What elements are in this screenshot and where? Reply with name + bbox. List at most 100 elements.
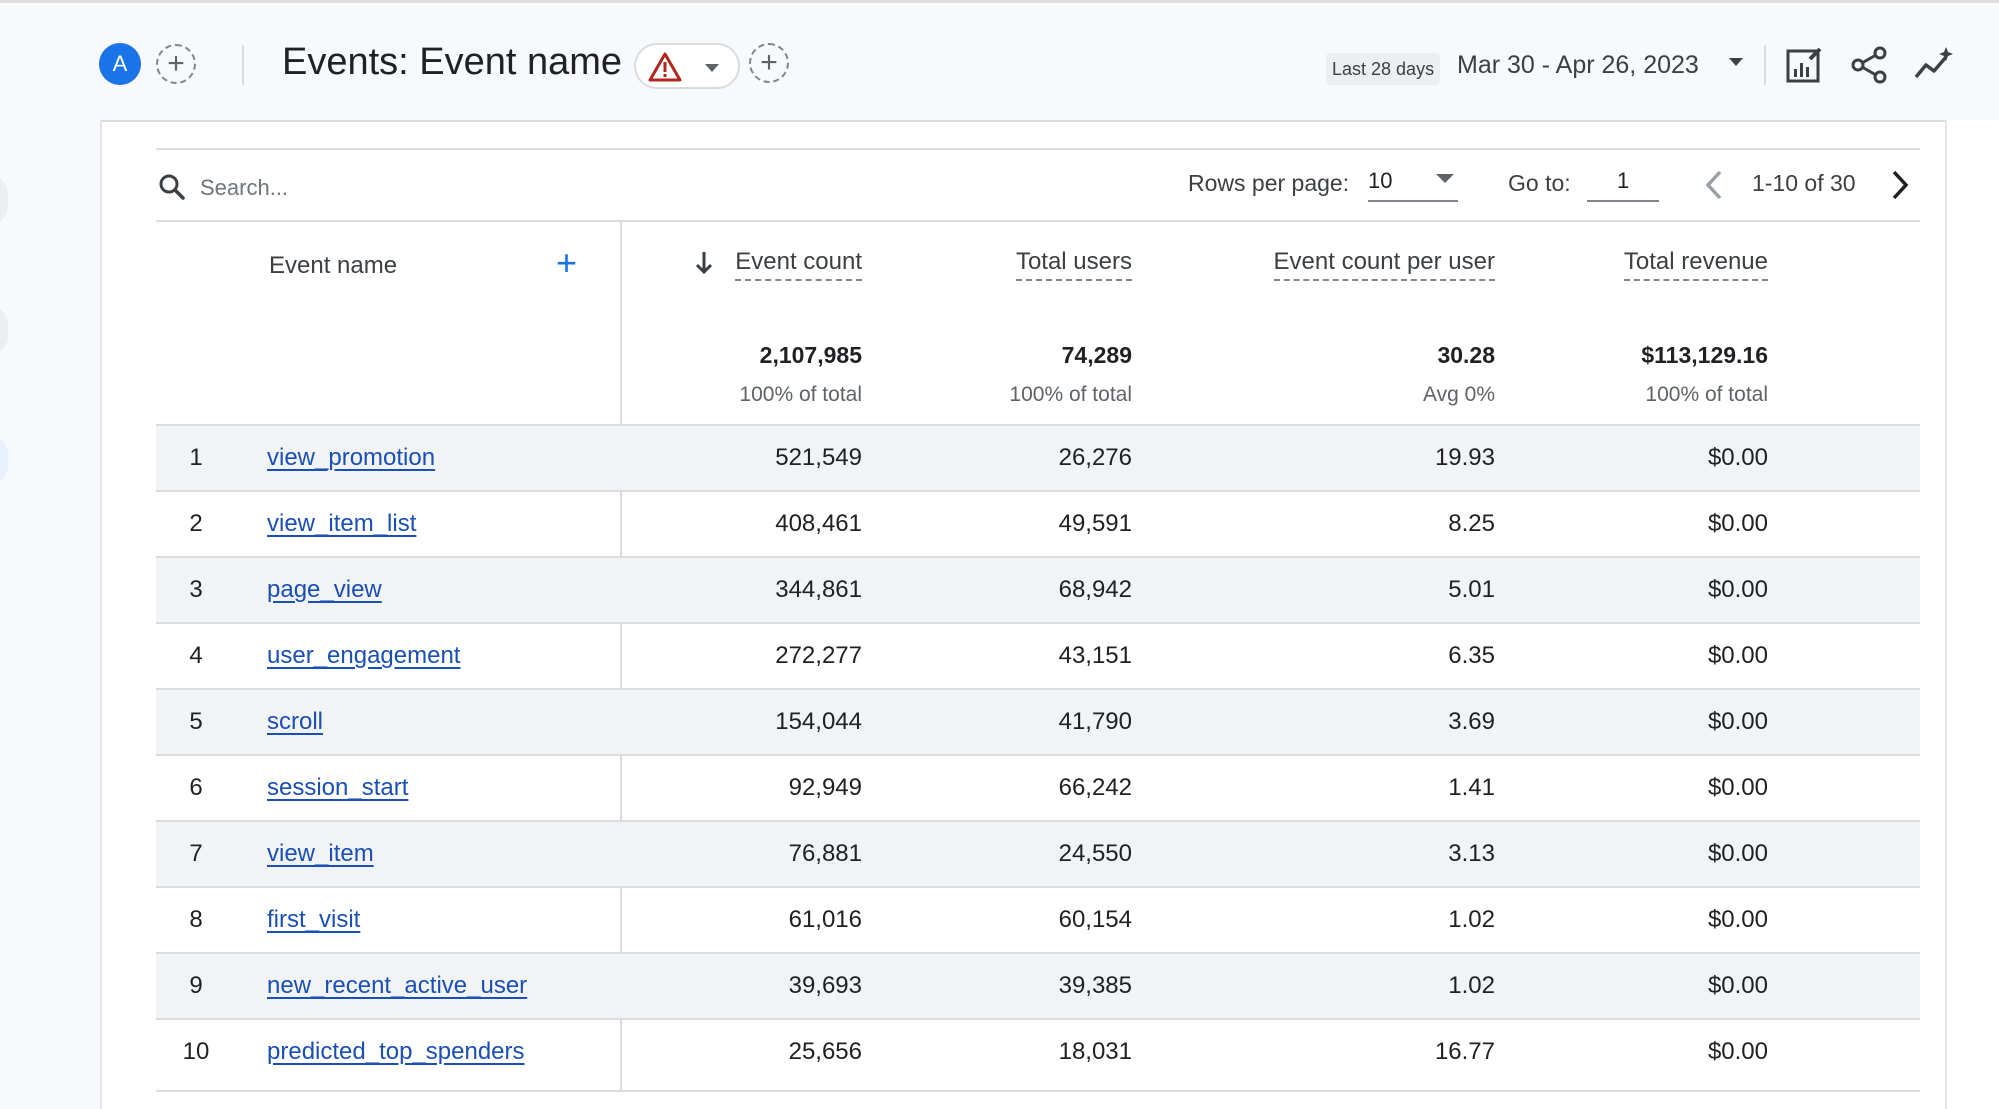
warning-icon bbox=[648, 52, 682, 82]
table-row: 3 page_view 344,861 68,942 5.01 $0.00 bbox=[156, 556, 1920, 622]
chevron-right-icon[interactable] bbox=[1884, 168, 1914, 202]
table-bottom-border bbox=[156, 1090, 1920, 1092]
row-index: 1 bbox=[189, 444, 203, 471]
nav-item[interactable] bbox=[0, 305, 8, 355]
total-users-cell: 49,591 bbox=[1058, 510, 1132, 537]
chevron-down-icon bbox=[705, 64, 719, 72]
search-icon bbox=[159, 174, 185, 200]
date-range-selector[interactable]: Mar 30 - Apr 26, 2023 bbox=[1457, 51, 1699, 80]
event-name-link[interactable]: page_view bbox=[267, 576, 382, 604]
rows-per-page-value: 10 bbox=[1368, 168, 1393, 193]
chevron-down-icon bbox=[1436, 174, 1454, 183]
nav-item-active[interactable] bbox=[0, 435, 8, 485]
total-users-cell: 60,154 bbox=[1058, 906, 1132, 933]
date-preset-label: Last 28 days bbox=[1326, 53, 1441, 85]
add-comparison-icon[interactable]: + bbox=[156, 44, 196, 84]
revenue-cell: $0.00 bbox=[1707, 576, 1768, 603]
table-row: 2 view_item_list 408,461 49,591 8.25 $0.… bbox=[156, 490, 1920, 556]
sort-descending-icon[interactable] bbox=[694, 250, 714, 276]
search-input[interactable] bbox=[200, 170, 620, 206]
per-user-cell: 8.25 bbox=[1448, 510, 1495, 537]
revenue-cell: $0.00 bbox=[1707, 972, 1768, 999]
customize-report-icon[interactable] bbox=[1782, 43, 1826, 87]
event-count-cell: 39,693 bbox=[788, 972, 862, 999]
table-row: 8 first_visit 61,016 60,154 1.02 $0.00 bbox=[156, 886, 1920, 952]
share-icon[interactable] bbox=[1848, 43, 1892, 87]
event-count-header[interactable]: Event count bbox=[735, 248, 862, 281]
event-name-header[interactable]: Event name bbox=[269, 252, 397, 280]
go-to-input[interactable]: 1 bbox=[1587, 162, 1659, 202]
add-dimension-icon[interactable]: + bbox=[556, 245, 577, 281]
per-user-cell: 3.69 bbox=[1448, 708, 1495, 735]
warning-chip[interactable] bbox=[634, 43, 740, 89]
total-users-value: 74,289 bbox=[1061, 342, 1132, 368]
revenue-cell: $0.00 bbox=[1707, 510, 1768, 537]
per-user-cell: 3.13 bbox=[1448, 840, 1495, 867]
total-users-cell: 68,942 bbox=[1058, 576, 1132, 603]
per-user-cell: 1.02 bbox=[1448, 972, 1495, 999]
event-name-link[interactable]: view_item bbox=[267, 840, 374, 868]
event-name-link[interactable]: scroll bbox=[267, 708, 323, 736]
event-count-cell: 272,277 bbox=[775, 642, 862, 669]
total-per-user-sub: Avg 0% bbox=[1423, 383, 1495, 406]
report-header: A + Events: Event name + Last 28 days Ma… bbox=[0, 3, 1999, 122]
pagination-text: 1-10 of 30 bbox=[1752, 170, 1856, 196]
event-name-link[interactable]: session_start bbox=[267, 774, 408, 802]
revenue-cell: $0.00 bbox=[1707, 642, 1768, 669]
table-row: 6 session_start 92,949 66,242 1.41 $0.00 bbox=[156, 754, 1920, 820]
per-user-cell: 16.77 bbox=[1434, 1038, 1495, 1065]
row-index: 5 bbox=[189, 708, 203, 735]
total-event-count: 2,107,985 bbox=[759, 342, 862, 368]
total-users-cell: 66,242 bbox=[1058, 774, 1132, 801]
chevron-left-icon[interactable] bbox=[1700, 168, 1730, 202]
event-name-link[interactable]: first_visit bbox=[267, 906, 360, 934]
right-panel-edge bbox=[1945, 120, 1999, 1109]
nav-item[interactable] bbox=[0, 175, 8, 225]
total-users-cell: 18,031 bbox=[1058, 1038, 1132, 1065]
event-count-cell: 344,861 bbox=[775, 576, 862, 603]
avatar-letter: A bbox=[112, 51, 128, 76]
total-revenue-header[interactable]: Total revenue bbox=[1623, 248, 1768, 281]
per-user-cell: 5.01 bbox=[1448, 576, 1495, 603]
event-name-link[interactable]: user_engagement bbox=[267, 642, 460, 670]
row-index: 8 bbox=[189, 906, 203, 933]
total-users-cell: 43,151 bbox=[1058, 642, 1132, 669]
revenue-cell: $0.00 bbox=[1707, 1038, 1768, 1065]
table-row: 9 new_recent_active_user 39,693 39,385 1… bbox=[156, 952, 1920, 1018]
total-revenue-value: $113,129.16 bbox=[1641, 342, 1768, 368]
row-index: 4 bbox=[189, 642, 203, 669]
event-count-cell: 408,461 bbox=[775, 510, 862, 537]
event-count-cell: 92,949 bbox=[788, 774, 862, 801]
revenue-cell: $0.00 bbox=[1707, 774, 1768, 801]
rows-per-page-select[interactable]: 10 bbox=[1368, 162, 1458, 202]
total-users-cell: 26,276 bbox=[1058, 444, 1132, 471]
comparison-avatar[interactable]: A bbox=[99, 43, 141, 85]
row-index: 10 bbox=[182, 1038, 210, 1065]
event-name-link[interactable]: view_promotion bbox=[267, 444, 435, 472]
event-name-link[interactable]: predicted_top_spenders bbox=[267, 1038, 525, 1066]
event-count-cell: 76,881 bbox=[788, 840, 862, 867]
revenue-cell: $0.00 bbox=[1707, 906, 1768, 933]
row-index: 3 bbox=[189, 576, 203, 603]
row-index: 6 bbox=[189, 774, 203, 801]
row-index: 7 bbox=[189, 840, 203, 867]
table-row: 4 user_engagement 272,277 43,151 6.35 $0… bbox=[156, 622, 1920, 688]
date-chevron-down-icon[interactable] bbox=[1728, 57, 1744, 67]
revenue-cell: $0.00 bbox=[1707, 444, 1768, 471]
header-divider-right bbox=[1764, 45, 1766, 85]
event-count-per-user-header[interactable]: Event count per user bbox=[1273, 248, 1495, 281]
event-name-link[interactable]: view_item_list bbox=[267, 510, 416, 538]
event-count-cell: 521,549 bbox=[775, 444, 862, 471]
total-users-header[interactable]: Total users bbox=[1015, 248, 1132, 281]
header-divider bbox=[242, 45, 244, 85]
total-users-cell: 39,385 bbox=[1058, 972, 1132, 999]
event-name-link[interactable]: new_recent_active_user bbox=[267, 972, 527, 1000]
add-filter-icon[interactable]: + bbox=[749, 43, 789, 83]
insights-icon[interactable] bbox=[1912, 43, 1956, 87]
left-nav-rail bbox=[0, 120, 102, 1109]
table-row: 1 view_promotion 521,549 26,276 19.93 $0… bbox=[156, 424, 1920, 490]
toolbar-top-border bbox=[156, 148, 1920, 150]
total-users-cell: 24,550 bbox=[1058, 840, 1132, 867]
page-title: Events: Event name bbox=[282, 41, 623, 83]
revenue-cell: $0.00 bbox=[1707, 708, 1768, 735]
